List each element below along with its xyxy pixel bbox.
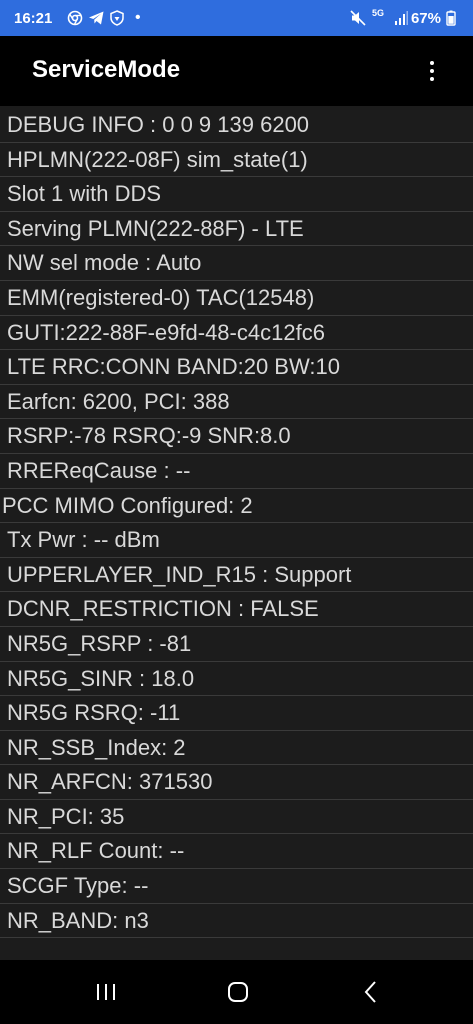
list-item: Tx Pwr : -- dBm bbox=[0, 523, 473, 558]
list-item: HPLMN(222-08F) sim_state(1) bbox=[0, 143, 473, 178]
navigation-bar bbox=[0, 960, 473, 1024]
battery-level: 67% bbox=[410, 10, 441, 27]
list-item: NR_RLF Count: -- bbox=[0, 834, 473, 870]
back-icon[interactable] bbox=[351, 976, 391, 1008]
shield-icon bbox=[110, 10, 124, 26]
telegram-icon bbox=[89, 11, 104, 25]
list-item: DEBUG INFO : 0 0 9 139 6200 bbox=[0, 108, 473, 143]
more-vert-icon[interactable] bbox=[416, 52, 448, 90]
list-item: NR_BAND: n3 bbox=[0, 904, 473, 939]
list-item: NR5G_RSRP : -81 bbox=[0, 627, 473, 662]
list-item: NR_PCI: 35 bbox=[0, 800, 473, 835]
list-item: LTE RRC:CONN BAND:20 BW:10 bbox=[0, 350, 473, 385]
home-icon[interactable] bbox=[218, 976, 258, 1008]
service-info-list[interactable]: DEBUG INFO : 0 0 9 139 6200 HPLMN(222-08… bbox=[0, 108, 473, 939]
mute-icon bbox=[350, 10, 366, 26]
recent-apps-icon[interactable] bbox=[86, 976, 126, 1008]
status-time: 16:21 bbox=[14, 10, 53, 27]
list-item: Serving PLMN(222-88F) - LTE bbox=[0, 212, 473, 247]
app-bar: ServiceMode bbox=[0, 36, 473, 106]
list-item: NW sel mode : Auto bbox=[0, 246, 473, 281]
list-item: SCGF Type: -- bbox=[0, 869, 473, 904]
list-item: UPPERLAYER_IND_R15 : Support bbox=[0, 558, 473, 593]
list-item: RSRP:-78 RSRQ:-9 SNR:8.0 bbox=[0, 419, 473, 454]
page-title: ServiceMode bbox=[32, 56, 181, 83]
notification-dot: • bbox=[135, 9, 141, 26]
status-bar: 16:21 • 5G 67% bbox=[0, 0, 473, 36]
list-item: GUTI:222-88F-e9fd-48-c4c12fc6 bbox=[0, 316, 473, 351]
chrome-icon bbox=[67, 10, 83, 26]
list-item: NR_SSB_Index: 2 bbox=[0, 731, 473, 766]
battery-icon bbox=[446, 10, 456, 26]
list-item: Slot 1 with DDS bbox=[0, 177, 473, 212]
list-item: EMM(registered-0) TAC(12548) bbox=[0, 281, 473, 316]
list-item: RREReqCause : -- bbox=[0, 454, 473, 489]
list-item: PCC MIMO Configured: 2 bbox=[0, 489, 473, 524]
signal-icon bbox=[395, 11, 408, 25]
list-item: NR5G RSRQ: -11 bbox=[0, 696, 473, 731]
list-item: Earfcn: 6200, PCI: 388 bbox=[0, 385, 473, 420]
list-item: NR_ARFCN: 371530 bbox=[0, 765, 473, 800]
list-item: NR5G_SINR : 18.0 bbox=[0, 662, 473, 697]
list-item: DCNR_RESTRICTION : FALSE bbox=[0, 592, 473, 627]
5g-icon: 5G bbox=[372, 8, 385, 18]
